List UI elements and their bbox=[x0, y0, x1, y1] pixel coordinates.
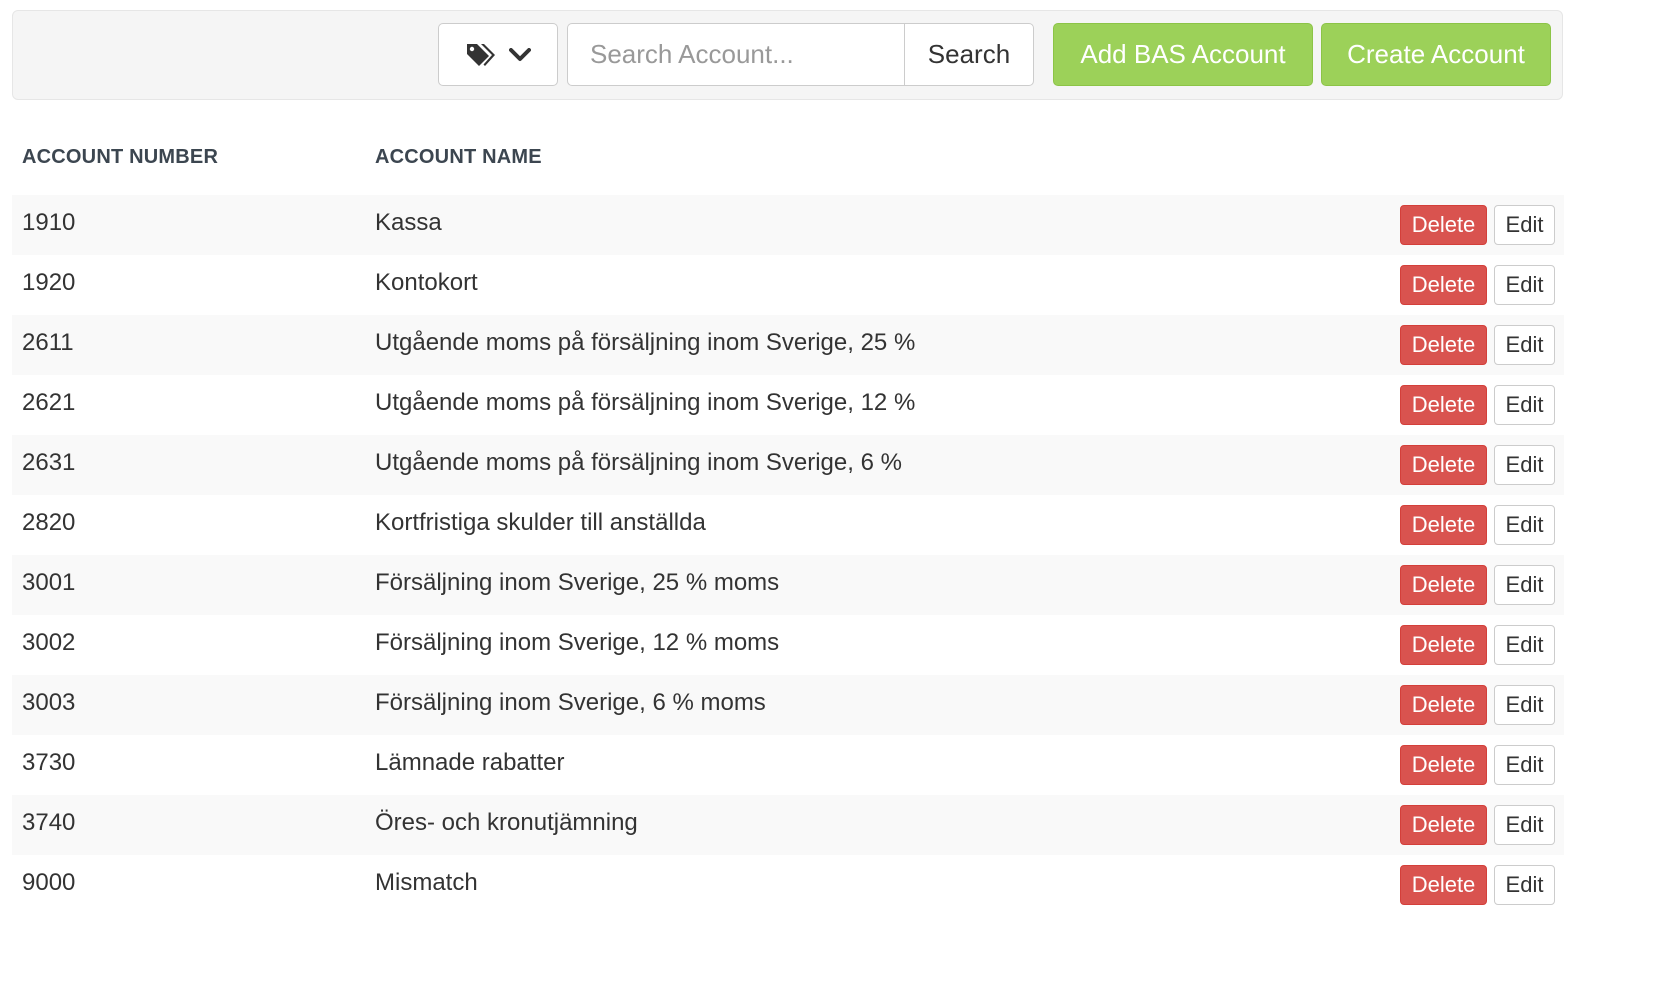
table-row: 1910 Kassa Delete Edit bbox=[12, 195, 1564, 255]
search-button[interactable]: Search bbox=[904, 23, 1034, 86]
create-account-button[interactable]: Create Account bbox=[1321, 23, 1551, 86]
edit-button[interactable]: Edit bbox=[1494, 445, 1555, 485]
tag-filter-dropdown[interactable] bbox=[438, 23, 558, 86]
edit-button[interactable]: Edit bbox=[1494, 205, 1555, 245]
delete-button[interactable]: Delete bbox=[1400, 625, 1487, 665]
edit-button[interactable]: Edit bbox=[1494, 385, 1555, 425]
account-number-cell: 2621 bbox=[22, 389, 76, 416]
delete-button[interactable]: Delete bbox=[1400, 445, 1487, 485]
edit-button[interactable]: Edit bbox=[1494, 805, 1555, 845]
account-number-cell: 1920 bbox=[22, 269, 76, 296]
account-number-cell: 2611 bbox=[22, 329, 74, 356]
table-row: 3001 Försäljning inom Sverige, 25 % moms D… bbox=[12, 555, 1564, 615]
edit-button[interactable]: Edit bbox=[1494, 745, 1555, 785]
delete-button[interactable]: Delete bbox=[1400, 325, 1487, 365]
edit-button[interactable]: Edit bbox=[1494, 625, 1555, 665]
table-body: 1910 Kassa Delete Edit 1920 Kontokort Delete Ed… bbox=[12, 195, 1564, 915]
edit-button[interactable]: Edit bbox=[1494, 265, 1555, 305]
table-row: 3003 Försäljning inom Sverige, 6 % moms De… bbox=[12, 675, 1564, 735]
account-name-cell: Kontokort bbox=[375, 269, 478, 296]
accounts-table: ACCOUNT NUMBER ACCOUNT NAME 1910 Kassa Del… bbox=[12, 120, 1564, 915]
table-row: 2621 Utgående moms på försäljning inom Sv… bbox=[12, 375, 1564, 435]
account-name-cell: Försäljning inom Sverige, 6 % moms bbox=[375, 689, 766, 716]
tags-icon bbox=[465, 42, 495, 68]
delete-button[interactable]: Delete bbox=[1400, 565, 1487, 605]
delete-button[interactable]: Delete bbox=[1400, 805, 1487, 845]
table-header: ACCOUNT NUMBER ACCOUNT NAME bbox=[12, 120, 1564, 195]
edit-button[interactable]: Edit bbox=[1494, 565, 1555, 605]
table-row: 2820 Kortfristiga skulder till anställda D… bbox=[12, 495, 1564, 555]
table-row: 2611 Utgående moms på försäljning inom Sv… bbox=[12, 315, 1564, 375]
account-number-cell: 9000 bbox=[22, 869, 76, 896]
delete-button[interactable]: Delete bbox=[1400, 385, 1487, 425]
table-row: 3740 Öres- och kronutjämning Delete Edit bbox=[12, 795, 1564, 855]
table-row: 3002 Försäljning inom Sverige, 12 % moms D… bbox=[12, 615, 1564, 675]
table-row: 2631 Utgående moms på försäljning inom Sv… bbox=[12, 435, 1564, 495]
delete-button[interactable]: Delete bbox=[1400, 205, 1487, 245]
account-name-cell: Försäljning inom Sverige, 25 % moms bbox=[375, 569, 780, 596]
edit-button[interactable]: Edit bbox=[1494, 685, 1555, 725]
account-number-cell: 1910 bbox=[22, 209, 76, 236]
account-number-cell: 3001 bbox=[22, 569, 76, 596]
delete-button[interactable]: Delete bbox=[1400, 745, 1487, 785]
edit-button[interactable]: Edit bbox=[1494, 865, 1555, 905]
account-number-cell: 2820 bbox=[22, 509, 76, 536]
account-name-cell: Försäljning inom Sverige, 12 % moms bbox=[375, 629, 780, 656]
delete-button[interactable]: Delete bbox=[1400, 265, 1487, 305]
account-name-cell: Utgående moms på försäljning inom Sverig… bbox=[375, 329, 916, 356]
account-name-cell: Öres- och kronutjämning bbox=[375, 809, 638, 836]
header-account-number: ACCOUNT NUMBER bbox=[22, 146, 219, 168]
chevron-down-icon bbox=[509, 47, 531, 62]
edit-button[interactable]: Edit bbox=[1494, 325, 1555, 365]
header-account-name: ACCOUNT NAME bbox=[375, 146, 542, 168]
account-name-cell: Kortfristiga skulder till anställda bbox=[375, 509, 706, 536]
delete-button[interactable]: Delete bbox=[1400, 505, 1487, 545]
search-input[interactable] bbox=[567, 23, 905, 86]
table-row: 9000 Mismatch Delete Edit bbox=[12, 855, 1564, 915]
add-bas-account-button[interactable]: Add BAS Account bbox=[1053, 23, 1313, 86]
delete-button[interactable]: Delete bbox=[1400, 685, 1487, 725]
account-name-cell: Utgående moms på försäljning inom Sverig… bbox=[375, 449, 902, 476]
table-row: 1920 Kontokort Delete Edit bbox=[12, 255, 1564, 315]
delete-button[interactable]: Delete bbox=[1400, 865, 1487, 905]
edit-button[interactable]: Edit bbox=[1494, 505, 1555, 545]
account-name-cell: Lämnade rabatter bbox=[375, 749, 565, 776]
account-number-cell: 2631 bbox=[22, 449, 76, 476]
account-number-cell: 3730 bbox=[22, 749, 76, 776]
account-number-cell: 3002 bbox=[22, 629, 76, 656]
account-number-cell: 3740 bbox=[22, 809, 76, 836]
account-name-cell: Kassa bbox=[375, 209, 442, 236]
table-row: 3730 Lämnade rabatter Delete Edit bbox=[12, 735, 1564, 795]
account-name-cell: Utgående moms på försäljning inom Sverig… bbox=[375, 389, 916, 416]
account-name-cell: Mismatch bbox=[375, 869, 478, 896]
account-number-cell: 3003 bbox=[22, 689, 76, 716]
